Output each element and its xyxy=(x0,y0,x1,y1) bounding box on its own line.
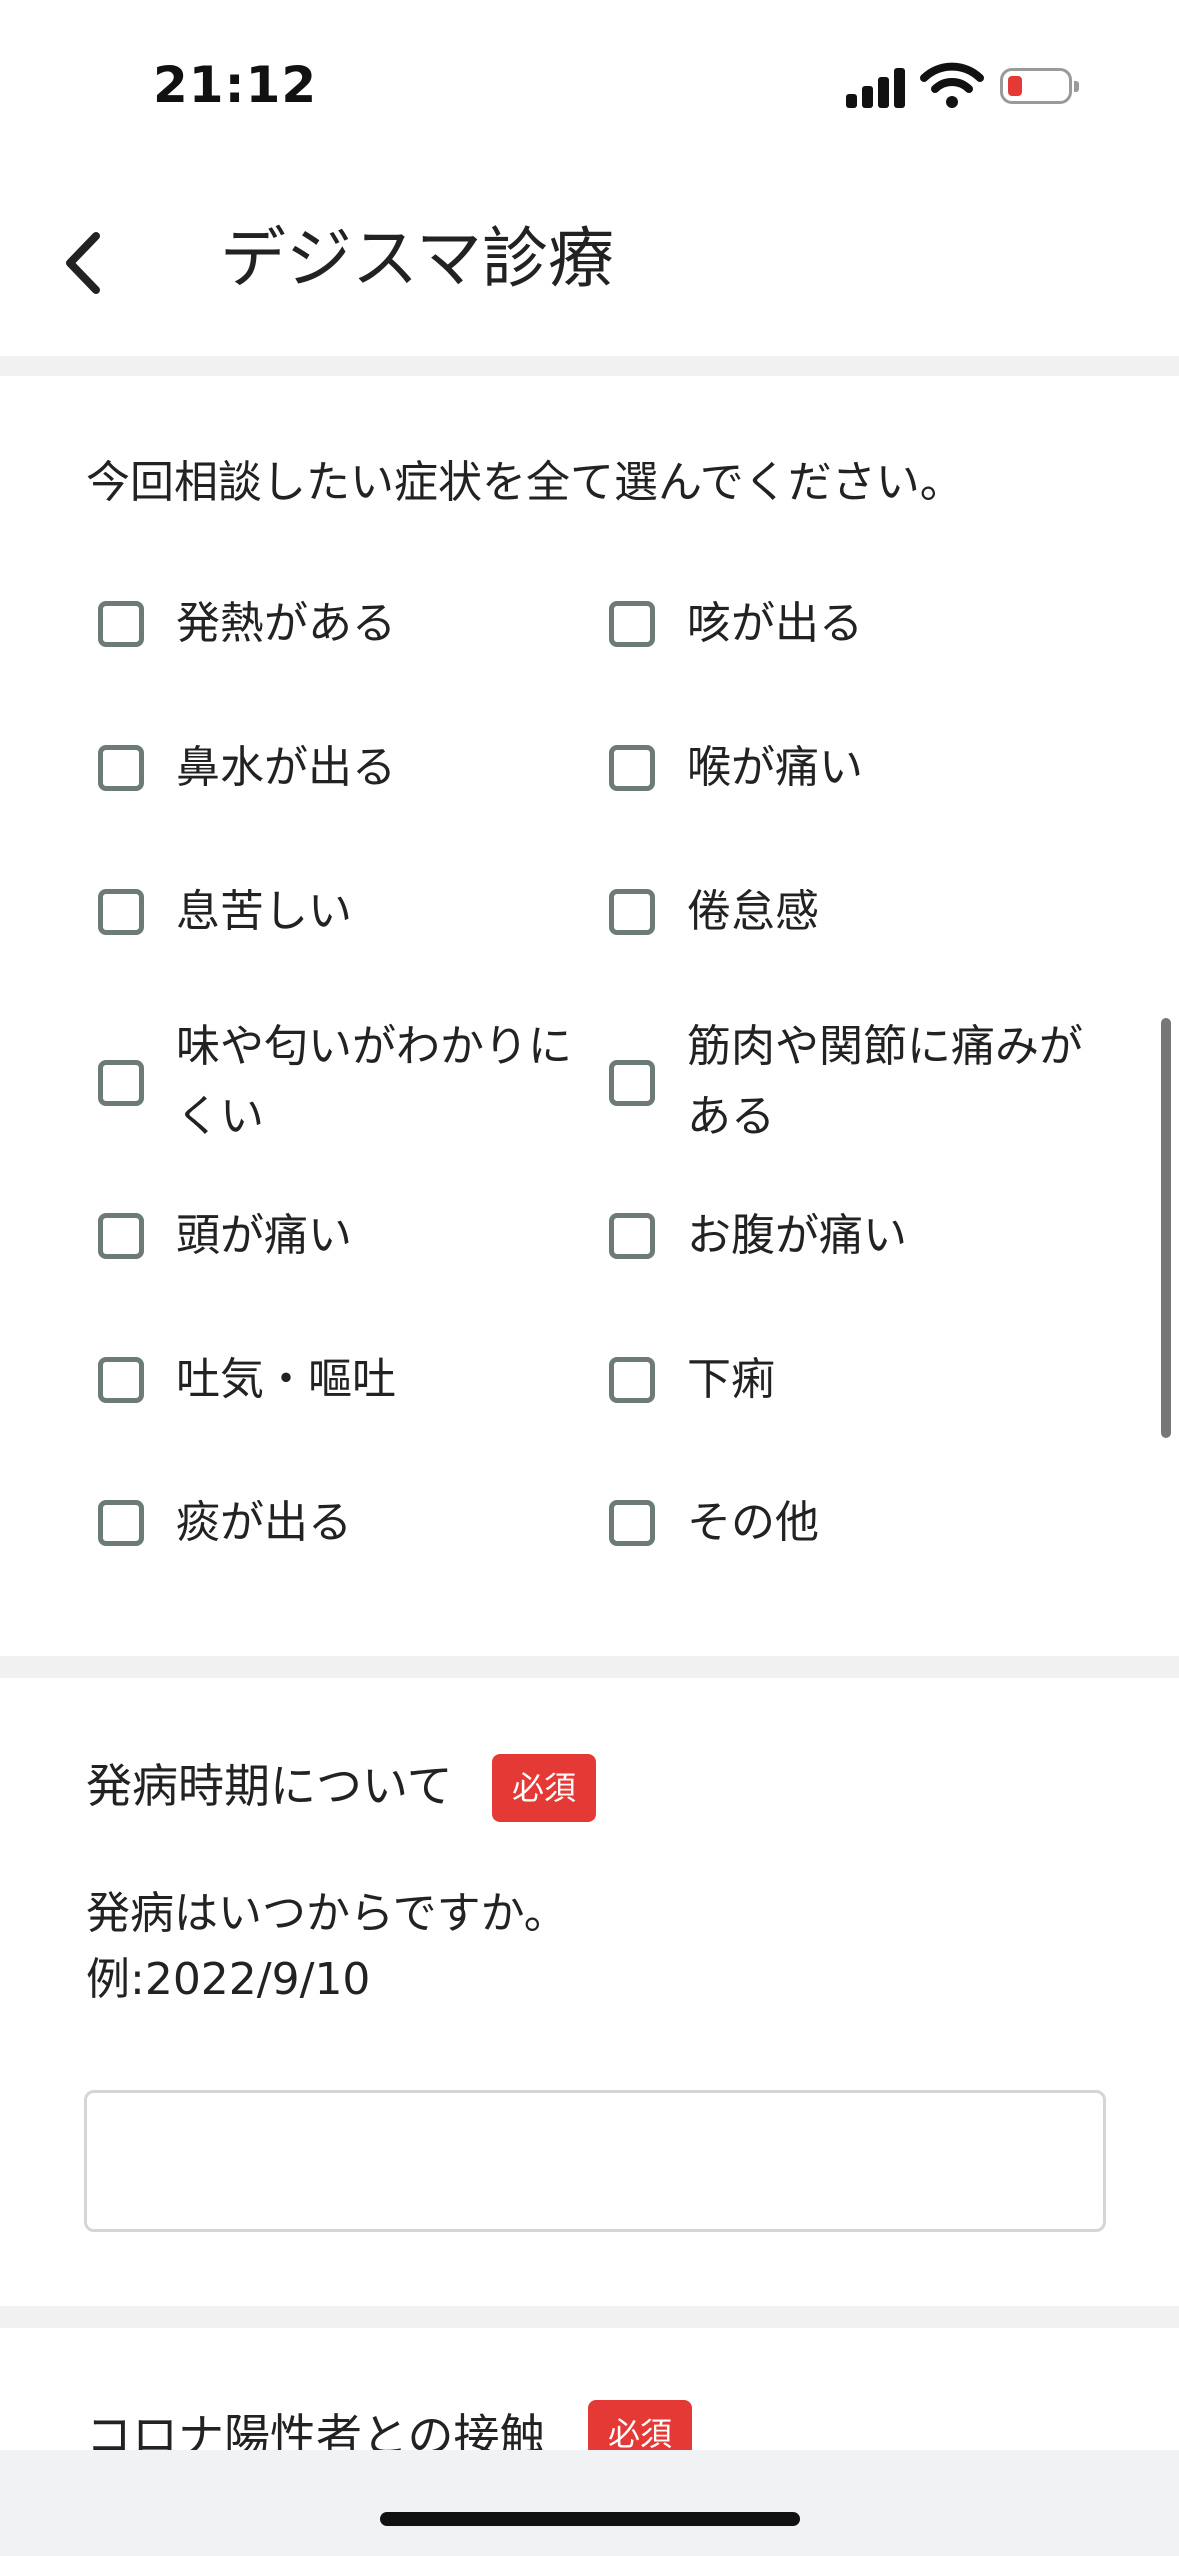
option-label: 倦怠感 xyxy=(687,886,819,937)
option-label: 鼻水が出る xyxy=(176,742,396,793)
onset-date-input[interactable] xyxy=(84,2090,1106,2232)
app-header: デジスマ診療 xyxy=(0,170,1179,356)
symptoms-card: 今回相談したい症状を全て選んでください。 発熱がある 咳が出る 鼻水が出る 喉が… xyxy=(0,376,1179,1656)
onset-title: 発病時期について xyxy=(86,1759,453,1813)
checkbox[interactable] xyxy=(98,1357,144,1403)
onset-example: 例:2022/9/10 xyxy=(86,1954,371,2005)
scrollbar[interactable] xyxy=(1161,1018,1171,1438)
home-indicator-area xyxy=(0,2450,1179,2556)
page-title: デジスマ診療 xyxy=(220,220,615,297)
option-label: 筋肉や関節に痛みがある xyxy=(687,1021,1083,1142)
checkbox[interactable] xyxy=(98,745,144,791)
checkbox[interactable] xyxy=(609,1357,655,1403)
checkbox[interactable] xyxy=(609,745,655,791)
checkbox[interactable] xyxy=(98,1213,144,1259)
onset-question: 発病はいつからですか。 xyxy=(86,1888,568,1939)
option-label: 味や匂いがわかりにくい xyxy=(176,1021,572,1142)
home-indicator[interactable] xyxy=(380,2512,800,2526)
checkbox[interactable] xyxy=(98,1500,144,1546)
cellular-signal-icon xyxy=(846,66,906,108)
checkbox[interactable] xyxy=(98,1060,144,1106)
option-label: 痰が出る xyxy=(176,1497,352,1548)
checkbox[interactable] xyxy=(609,1060,655,1106)
option-label: 咳が出る xyxy=(687,598,863,649)
checkbox[interactable] xyxy=(609,601,655,647)
option-label: その他 xyxy=(687,1497,819,1548)
symptoms-prompt: 今回相談したい症状を全て選んでください。 xyxy=(86,457,964,508)
wifi-icon xyxy=(920,62,984,108)
option-label: 喉が痛い xyxy=(687,742,863,793)
checkbox[interactable] xyxy=(609,889,655,935)
checkbox[interactable] xyxy=(609,1500,655,1546)
onset-card: 発病時期について 必須 発病はいつからですか。 例:2022/9/10 xyxy=(0,1678,1179,2306)
option-label: 下痢 xyxy=(687,1354,775,1405)
status-time: 21:12 xyxy=(153,56,318,114)
option-label: 吐気・嘔吐 xyxy=(176,1354,396,1405)
option-label: 発熱がある xyxy=(176,598,396,649)
required-badge: 必須 xyxy=(492,1754,597,1822)
status-bar: 21:12 xyxy=(0,0,1179,170)
checkbox[interactable] xyxy=(98,601,144,647)
checkbox[interactable] xyxy=(98,889,144,935)
option-label: お腹が痛い xyxy=(687,1210,907,1261)
battery-icon xyxy=(1000,68,1079,104)
option-label: 息苦しい xyxy=(176,886,352,937)
checkbox[interactable] xyxy=(609,1213,655,1259)
chevron-left-icon[interactable] xyxy=(58,228,108,298)
option-label: 頭が痛い xyxy=(176,1210,352,1261)
